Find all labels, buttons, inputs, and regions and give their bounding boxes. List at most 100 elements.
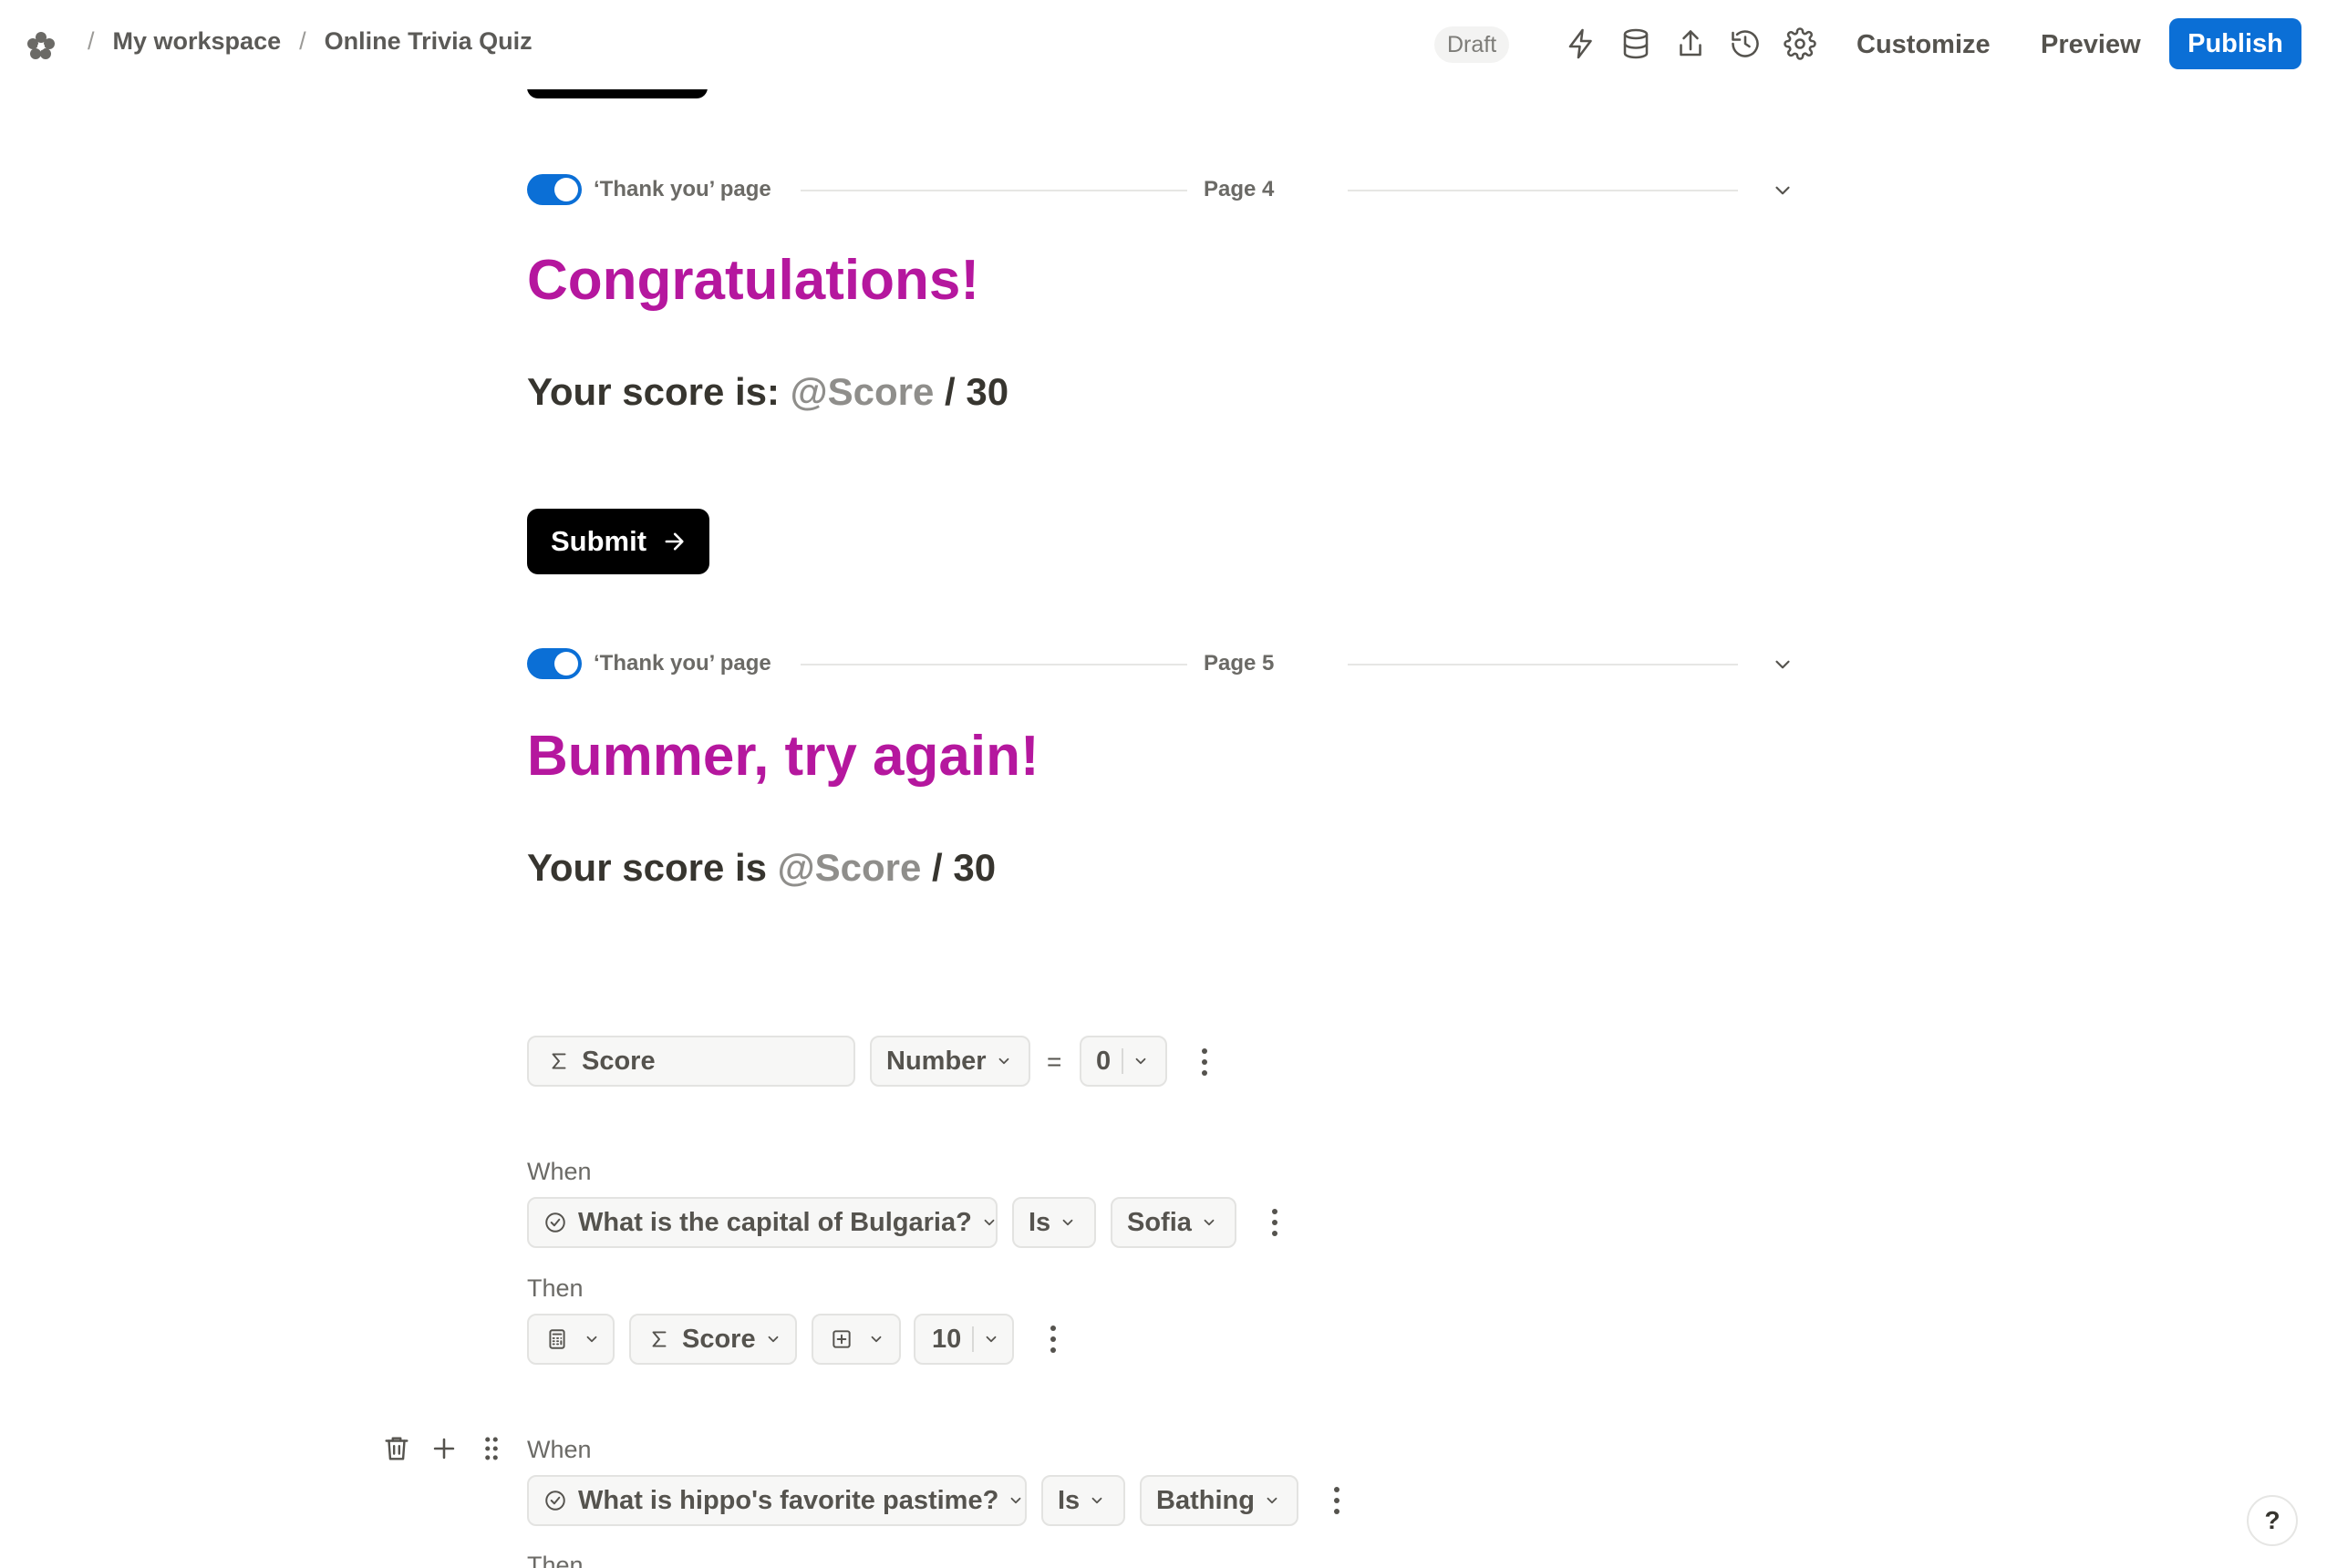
divider bbox=[1122, 1048, 1124, 1074]
sigma-icon bbox=[552, 1053, 566, 1069]
check-circle-icon bbox=[545, 1212, 565, 1233]
share-icon[interactable] bbox=[1674, 27, 1707, 60]
chevron-down-icon bbox=[1010, 1497, 1021, 1504]
condition-comparator-select[interactable]: Is bbox=[1041, 1475, 1125, 1526]
chevron-down-icon bbox=[984, 1219, 995, 1226]
chevron-down-icon bbox=[871, 1336, 882, 1343]
chevron-down-icon bbox=[586, 1336, 597, 1343]
condition-answer-select[interactable]: Sofia bbox=[1111, 1197, 1236, 1248]
breadcrumb-separator: / bbox=[299, 27, 306, 55]
more-options-icon[interactable] bbox=[1332, 1487, 1341, 1518]
database-icon[interactable] bbox=[1619, 27, 1652, 60]
action-target: Score bbox=[682, 1324, 756, 1354]
page-type-label: ‘Thank you’ page bbox=[594, 651, 771, 676]
more-options-icon[interactable] bbox=[1200, 1048, 1209, 1079]
customize-button[interactable]: Customize bbox=[1856, 24, 1991, 66]
when-label: When bbox=[527, 1158, 592, 1185]
calculator-icon bbox=[549, 1329, 565, 1349]
chevron-down-icon bbox=[1062, 1219, 1073, 1226]
chevron-down-icon bbox=[986, 1336, 997, 1343]
submit-button[interactable]: Submit bbox=[527, 509, 709, 574]
divider bbox=[1348, 190, 1738, 191]
breadcrumb: / My workspace / Online Trivia Quiz bbox=[69, 27, 533, 56]
breadcrumb-separator: / bbox=[88, 27, 95, 55]
breadcrumb-workspace-link[interactable]: My workspace bbox=[113, 27, 282, 56]
condition-answer: Sofia bbox=[1127, 1207, 1192, 1237]
action-amount-input[interactable]: 10 bbox=[914, 1314, 1014, 1365]
more-options-icon[interactable] bbox=[1270, 1209, 1279, 1240]
top-bar: / My workspace / Online Trivia Quiz Draf… bbox=[0, 0, 2327, 89]
condition-comparator-select[interactable]: Is bbox=[1012, 1197, 1096, 1248]
then-label: Then bbox=[527, 1274, 584, 1302]
page-title[interactable]: Bummer, try again! bbox=[527, 724, 1039, 789]
trash-icon[interactable] bbox=[381, 1433, 412, 1464]
chevron-down-icon bbox=[998, 1057, 1008, 1065]
tally-logo-icon[interactable] bbox=[26, 30, 57, 61]
plus-square-icon bbox=[833, 1330, 851, 1348]
drag-handle-icon[interactable] bbox=[476, 1433, 507, 1464]
gear-icon[interactable] bbox=[1784, 27, 1816, 60]
submit-label: Submit bbox=[551, 525, 647, 557]
then-label: Then bbox=[527, 1552, 584, 1568]
lightning-icon[interactable] bbox=[1565, 27, 1598, 60]
variable-type: Number bbox=[886, 1046, 987, 1076]
status-badge: Draft bbox=[1434, 26, 1510, 63]
divider bbox=[801, 190, 1187, 191]
page-number: Page 5 bbox=[1204, 651, 1275, 676]
chevron-down-icon bbox=[1091, 1497, 1102, 1504]
score-text[interactable]: Your score is: @Score / 30 bbox=[527, 370, 1008, 414]
condition-question: What is hippo's favorite pastime? bbox=[578, 1485, 999, 1515]
more-options-icon[interactable] bbox=[1049, 1326, 1058, 1357]
variable-type-select[interactable]: Number bbox=[870, 1036, 1030, 1087]
chevron-down-icon bbox=[1135, 1057, 1146, 1065]
chevron-down-icon bbox=[768, 1336, 779, 1343]
page-4-header: ‘Thank you’ page Page 4 bbox=[527, 171, 1794, 208]
thank-you-page-toggle[interactable] bbox=[527, 174, 582, 205]
chevron-down-icon bbox=[1204, 1219, 1215, 1226]
calculation-variable-name[interactable]: Score bbox=[527, 1036, 855, 1087]
divider bbox=[1348, 664, 1738, 665]
history-icon[interactable] bbox=[1729, 27, 1762, 60]
action-type-select[interactable] bbox=[527, 1314, 615, 1365]
preview-button[interactable]: Preview bbox=[2041, 24, 2141, 66]
check-circle-icon bbox=[545, 1491, 565, 1511]
condition-comparator: Is bbox=[1058, 1485, 1081, 1515]
sigma-icon bbox=[652, 1331, 667, 1347]
action-operation-select[interactable] bbox=[812, 1314, 901, 1365]
chevron-down-icon[interactable] bbox=[1771, 179, 1794, 202]
condition-question-select[interactable]: What is hippo's favorite pastime? bbox=[527, 1475, 1027, 1526]
score-suffix: / 30 bbox=[945, 370, 1009, 413]
action-target-select[interactable]: Score bbox=[629, 1314, 797, 1365]
chevron-down-icon bbox=[1267, 1497, 1277, 1504]
initial-value: 0 bbox=[1096, 1046, 1112, 1076]
page-5-header: ‘Thank you’ page Page 5 bbox=[527, 645, 1794, 682]
publish-button[interactable]: Publish bbox=[2169, 18, 2301, 69]
score-mention[interactable]: @Score bbox=[791, 370, 935, 413]
breadcrumb-form-title[interactable]: Online Trivia Quiz bbox=[325, 27, 533, 56]
help-button[interactable]: ? bbox=[2247, 1495, 2298, 1546]
condition-comparator: Is bbox=[1029, 1207, 1051, 1237]
plus-icon[interactable] bbox=[429, 1433, 460, 1464]
action-amount: 10 bbox=[932, 1324, 962, 1354]
page-number: Page 4 bbox=[1204, 177, 1275, 201]
condition-answer-select[interactable]: Bathing bbox=[1140, 1475, 1298, 1526]
divider bbox=[801, 664, 1187, 665]
condition-question-select[interactable]: What is the capital of Bulgaria? bbox=[527, 1197, 998, 1248]
condition-question: What is the capital of Bulgaria? bbox=[578, 1207, 972, 1237]
score-prefix: Your score is bbox=[527, 846, 767, 889]
initial-value-input[interactable]: 0 bbox=[1080, 1036, 1167, 1087]
thank-you-page-toggle[interactable] bbox=[527, 648, 582, 679]
score-prefix: Your score is: bbox=[527, 370, 780, 413]
divider bbox=[972, 1326, 975, 1352]
variable-name: Score bbox=[582, 1046, 656, 1076]
condition-answer: Bathing bbox=[1156, 1485, 1255, 1515]
equals-sign: = bbox=[1047, 1047, 1062, 1076]
page-type-label: ‘Thank you’ page bbox=[594, 177, 771, 201]
score-mention[interactable]: @Score bbox=[778, 846, 922, 889]
score-suffix: / 30 bbox=[932, 846, 997, 889]
when-label: When bbox=[527, 1436, 592, 1463]
arrow-right-icon bbox=[665, 532, 684, 551]
chevron-down-icon[interactable] bbox=[1771, 653, 1794, 676]
score-text[interactable]: Your score is @Score / 30 bbox=[527, 846, 996, 890]
page-title[interactable]: Congratulations! bbox=[527, 248, 979, 313]
